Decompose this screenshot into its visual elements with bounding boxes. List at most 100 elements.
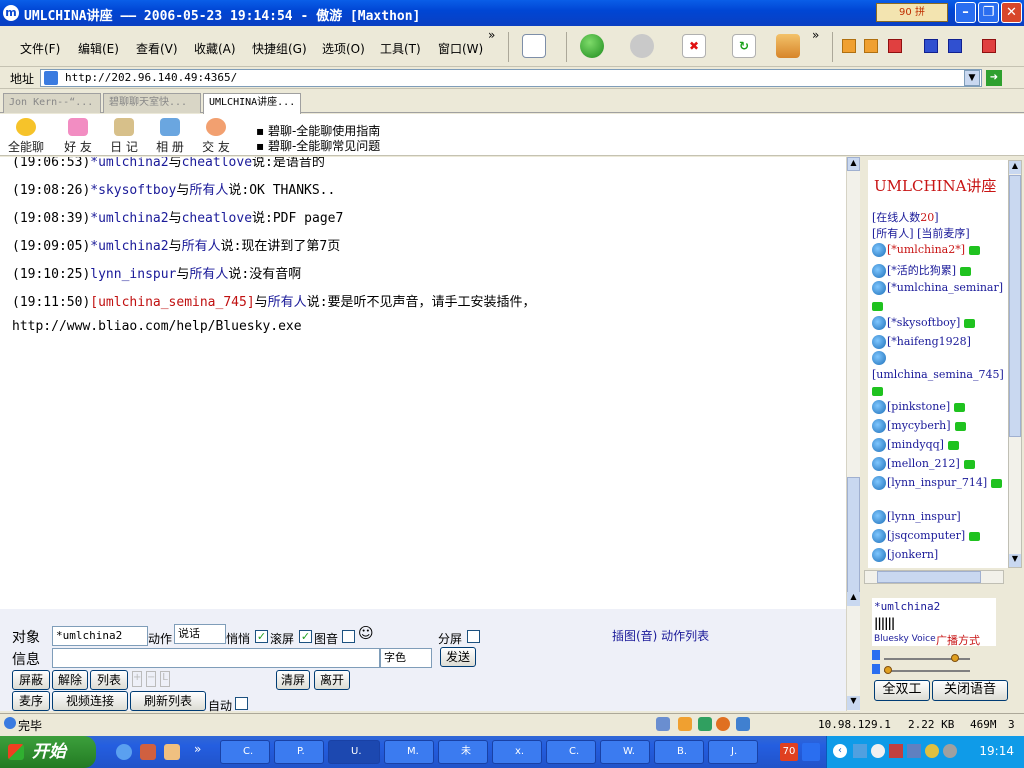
antivirus-icon[interactable] [889, 744, 903, 758]
tab-restore-icon[interactable] [948, 39, 962, 53]
user-item[interactable]: [lynn_inspur_714] [872, 476, 1003, 494]
msg-to[interactable]: cheatlove [182, 211, 252, 226]
volume-tray-icon[interactable] [907, 744, 921, 758]
minimize-button[interactable]: – [955, 2, 976, 23]
split-screen-checkbox[interactable] [467, 630, 480, 643]
stop-icon[interactable]: ✖ [682, 34, 706, 58]
clock[interactable]: 19:14 [979, 744, 1014, 758]
tray-expand-icon[interactable]: ‹ [833, 744, 847, 758]
screenshot-icon[interactable] [736, 717, 750, 731]
menu-view[interactable]: 查看(V) [136, 40, 178, 57]
settings-icon[interactable] [716, 717, 730, 731]
task-button[interactable]: J. [708, 740, 758, 764]
tab-umlchina[interactable]: UMLCHINA讲座... [203, 93, 301, 114]
scroll-down-icon[interactable]: ▼ [1009, 554, 1021, 567]
msg-from[interactable]: *umlchina2 [90, 239, 168, 254]
emoticon-checkbox[interactable] [342, 630, 355, 643]
maxthon-icon[interactable]: m [3, 5, 19, 21]
title-bar[interactable]: m UMLCHINA讲座 —— 2006-05-23 19:14:54 - 傲游… [0, 0, 1024, 26]
friends-button[interactable]: 好 友 [56, 116, 100, 154]
msg-from[interactable]: lynn_inspur [90, 267, 176, 282]
mic-slider[interactable] [884, 670, 970, 672]
scroll-checkbox[interactable] [255, 630, 268, 643]
task-button[interactable]: x. [492, 740, 542, 764]
insert-media-link[interactable]: 插图(音) 动作列表 [612, 627, 709, 644]
msg-from[interactable]: [umlchina_semina_745] [90, 295, 254, 310]
tab-bliao[interactable]: 碧聊聊天室快... [103, 93, 201, 113]
close-voice-button[interactable]: 关闭语音 [932, 680, 1008, 701]
user-item[interactable]: [*umlchina2*] [872, 243, 981, 261]
faq-link[interactable]: ▪ 碧聊-全能聊常见问题 [256, 137, 380, 154]
sound-checkbox[interactable] [299, 630, 312, 643]
toolbar-overflow-icon[interactable]: » [812, 28, 819, 42]
list-button[interactable]: 列表 [90, 670, 128, 690]
tab-jon-kern[interactable]: Jon Kern--“... [3, 93, 101, 113]
tray-app-icon[interactable] [802, 743, 820, 761]
msg-to[interactable]: cheatlove [182, 157, 252, 170]
scroll-up-icon[interactable]: ▲ [847, 592, 860, 606]
unblock-button[interactable]: 解除 [52, 670, 88, 690]
start-button[interactable]: 开始 [0, 736, 96, 768]
hscroll-thumb[interactable] [877, 571, 981, 583]
user-item[interactable]: [jsqcomputer] [872, 529, 981, 547]
msg-to[interactable]: 所有人 [268, 295, 307, 310]
msg-to[interactable]: 所有人 [182, 239, 221, 254]
album-button[interactable]: 相 册 [148, 116, 192, 154]
menu-tools[interactable]: 工具(T) [380, 40, 421, 57]
menu-window[interactable]: 窗口(W) [438, 40, 483, 57]
user-item[interactable]: [mycyberh] [872, 419, 966, 437]
menu-favorites[interactable]: 收藏(A) [194, 40, 236, 57]
block-button[interactable]: 屏蔽 [12, 670, 50, 690]
msg-to[interactable]: 所有人 [189, 267, 228, 282]
msg-from[interactable]: *umlchina2 [90, 211, 168, 226]
tray-icon[interactable] [943, 744, 957, 758]
user-item[interactable]: [*skysoftboy] [872, 316, 976, 334]
task-button[interactable]: P. [274, 740, 324, 764]
mic-knob[interactable] [884, 666, 892, 674]
refresh-list-button[interactable]: 刷新列表 [130, 691, 206, 711]
popup-icon[interactable] [678, 717, 692, 731]
task-button[interactable]: C. [220, 740, 270, 764]
maximize-button[interactable]: ❐ [978, 2, 999, 23]
new-page-icon[interactable] [522, 34, 546, 58]
menu-edit[interactable]: 编辑(E) [78, 40, 119, 57]
task-button-active[interactable]: U. [328, 740, 380, 764]
address-input[interactable]: http://202.96.140.49:4365/ [40, 69, 982, 87]
clear-screen-button[interactable]: 清屏 [276, 670, 310, 690]
close-button[interactable]: ✕ [1001, 2, 1022, 23]
quicklaunch-icon[interactable] [140, 744, 156, 760]
ime-tray-icon[interactable] [925, 744, 939, 758]
user-list-scrollbar[interactable]: ▲ ▼ [1008, 160, 1022, 568]
network-icon[interactable] [853, 744, 867, 758]
message-input[interactable] [52, 648, 380, 668]
menu-groups[interactable]: 快捷组(G) [252, 40, 307, 57]
scroll-thumb[interactable] [847, 477, 860, 595]
task-button[interactable]: C. [546, 740, 596, 764]
maxthon-tray-icon[interactable] [871, 744, 885, 758]
go-icon[interactable]: ➜ [986, 70, 1002, 86]
scroll-thumb[interactable] [1009, 175, 1021, 437]
scroll-down-icon[interactable]: ▼ [847, 696, 860, 710]
address-dropdown-icon[interactable]: ▼ [964, 70, 980, 86]
controls-scrollbar[interactable]: ▲ ▼ [846, 592, 860, 711]
task-button[interactable]: W. [600, 740, 650, 764]
video-connect-button[interactable]: 视频连接 [52, 691, 128, 711]
user-item[interactable]: [mellon_212] [872, 457, 975, 475]
user-item[interactable]: [lynn_inspur] [872, 510, 961, 528]
ime-status-badge[interactable]: 90 拼 [876, 3, 948, 22]
tab-minimize-icon[interactable] [924, 39, 938, 53]
auto-checkbox[interactable] [235, 697, 248, 710]
flash-icon[interactable] [698, 717, 712, 731]
prev-tab-icon[interactable] [842, 39, 856, 53]
say-select[interactable]: 说话 [174, 624, 226, 644]
leave-button[interactable]: 离开 [314, 670, 350, 690]
back-icon[interactable] [580, 34, 604, 58]
tab-close-all-icon[interactable] [982, 39, 996, 53]
quicklaunch-icon[interactable] [164, 744, 180, 760]
task-button[interactable]: 未 [438, 740, 488, 764]
scroll-up-icon[interactable]: ▲ [847, 157, 860, 171]
ie-quicklaunch-icon[interactable] [116, 744, 132, 760]
msg-to[interactable]: 所有人 [189, 183, 228, 198]
quanneng-button[interactable]: 全能聊 [4, 116, 48, 154]
font-color-select[interactable]: 字色 [380, 648, 432, 668]
